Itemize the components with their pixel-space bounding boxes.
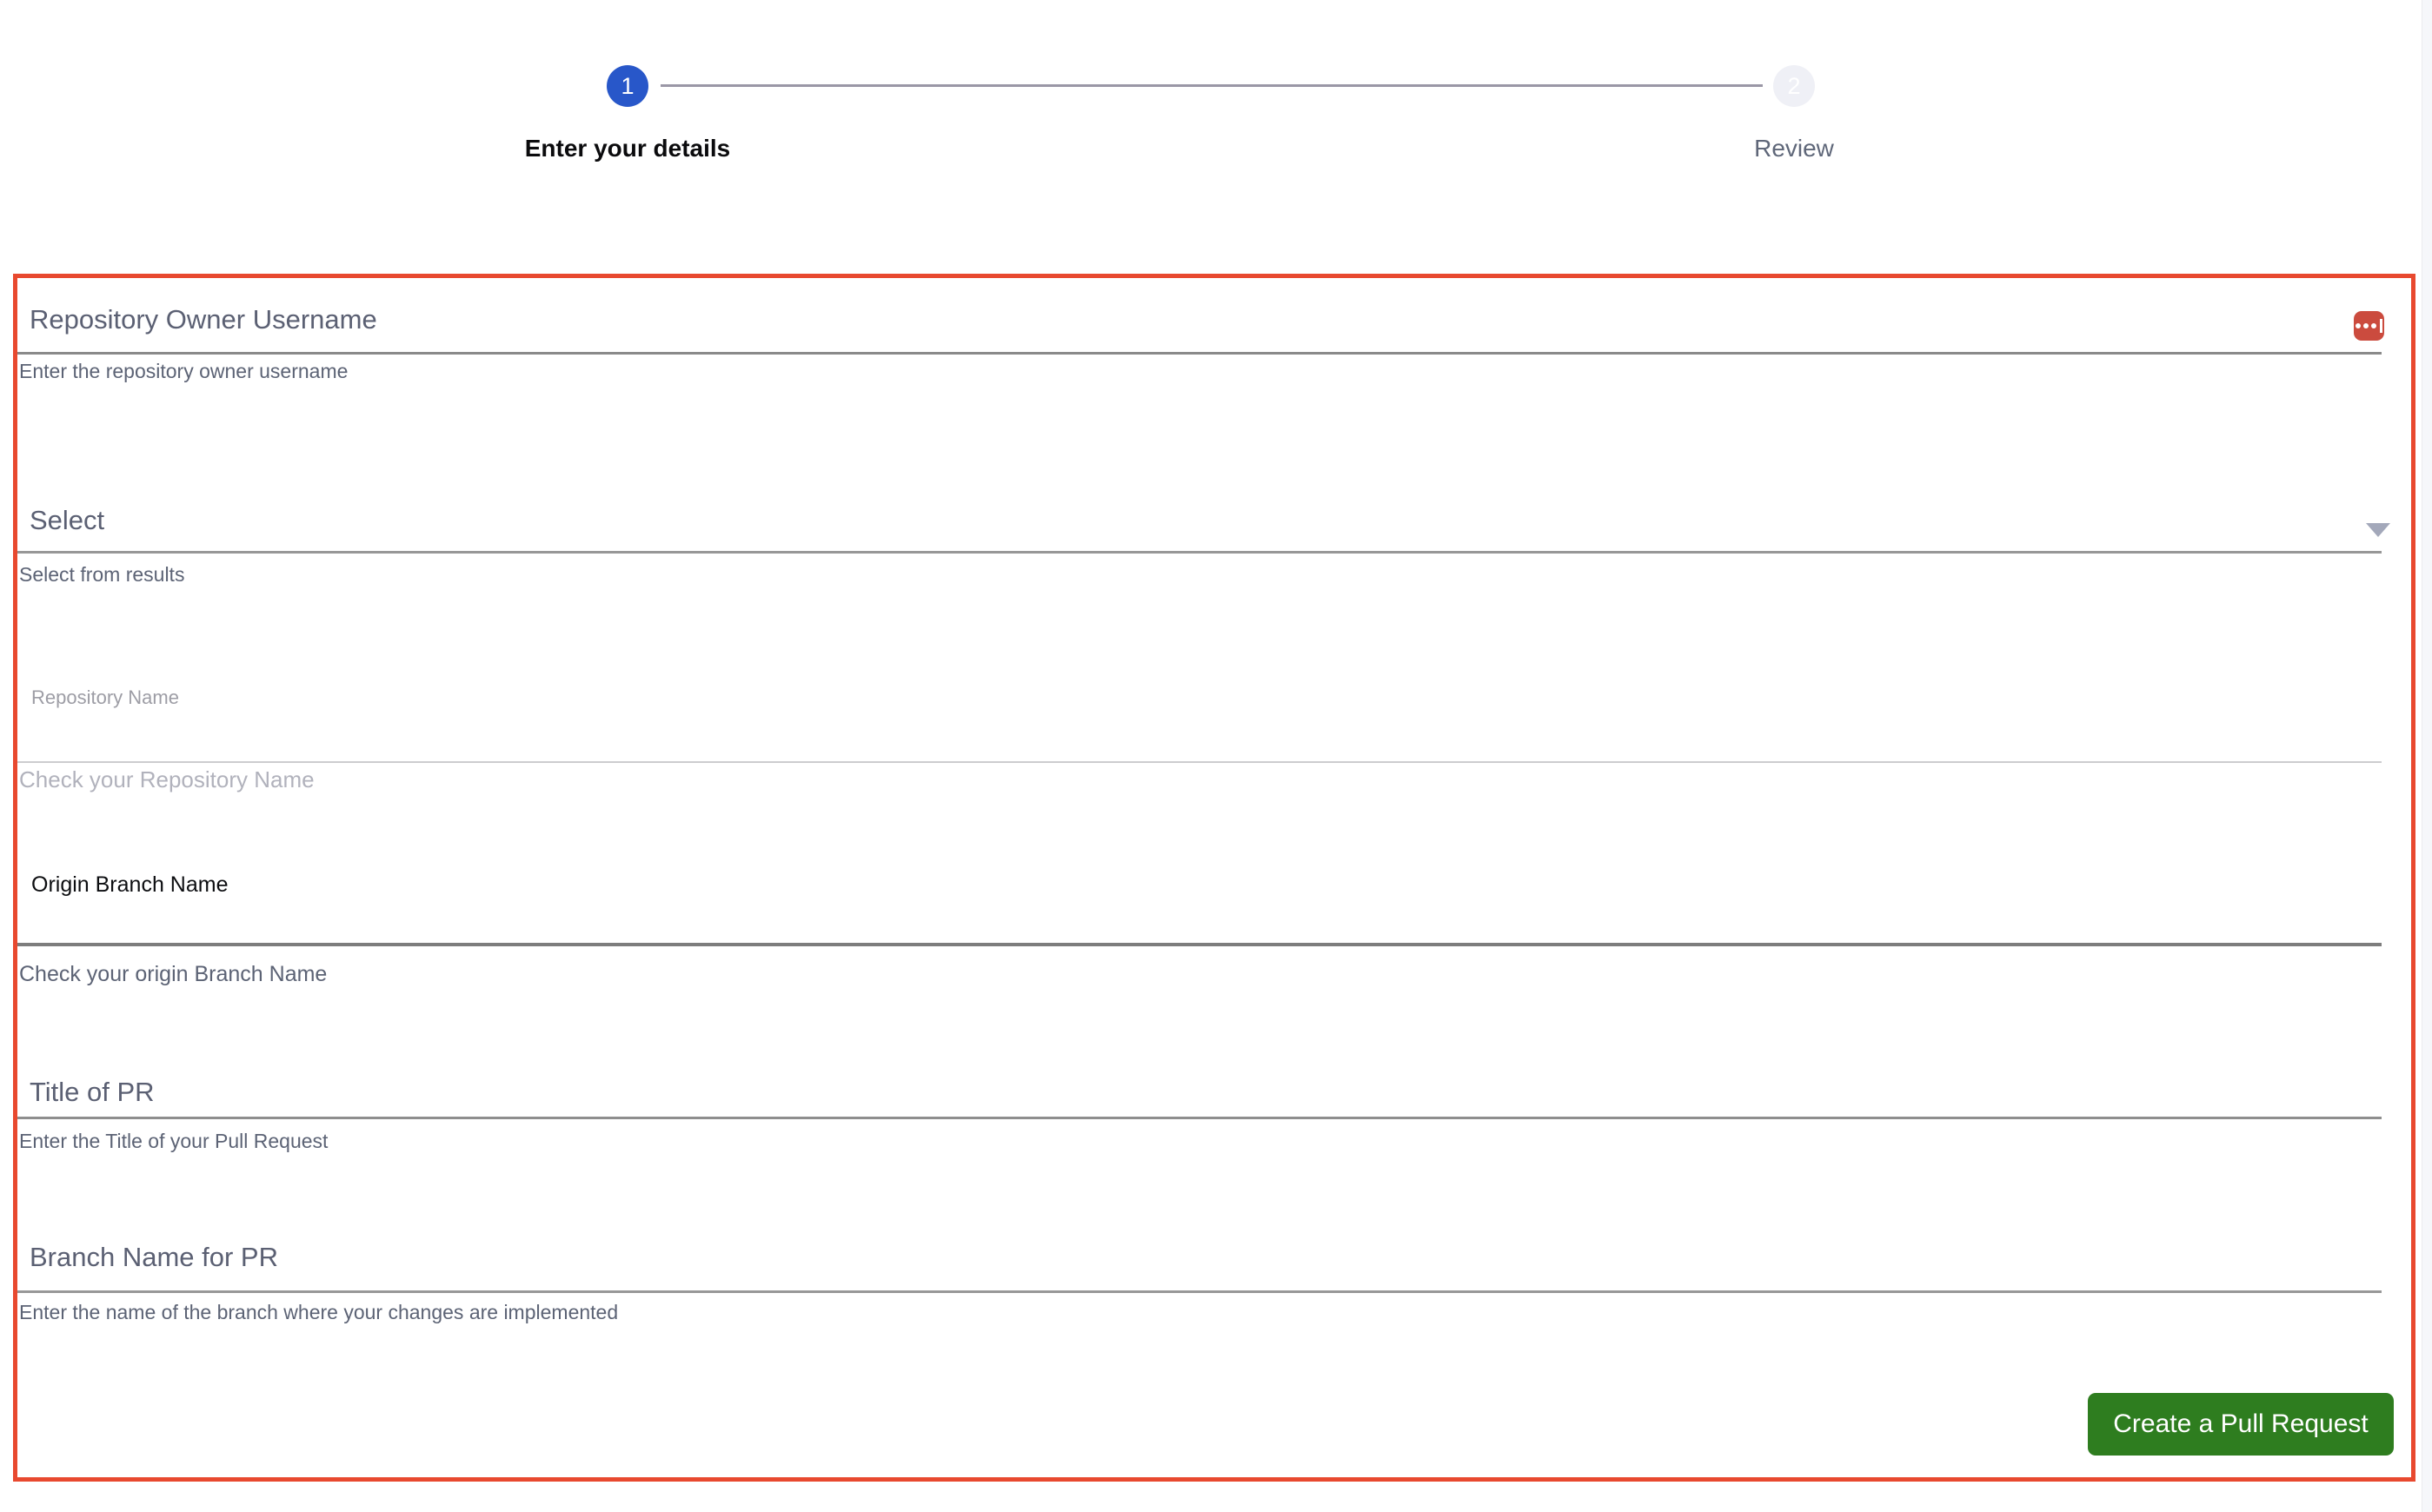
origin-branch-name-helper: Check your origin Branch Name [19,962,328,986]
create-pull-request-button-label: Create a Pull Request [2113,1409,2369,1438]
pr-title-placeholder: Title of PR [30,1077,155,1107]
pr-branch-name-underline [17,1290,2382,1293]
repository-name-helper: Check your Repository Name [19,766,315,792]
create-pull-request-page: 1 2 Enter your details Review Repository… [0,0,2432,1512]
stepper-connector-line [661,84,1763,87]
repository-owner-username-helper: Enter the repository owner username [19,360,349,382]
lastpass-autofill-icon[interactable] [2354,311,2384,341]
repository-owner-username-underline [17,352,2382,355]
chevron-down-icon[interactable] [2366,523,2390,537]
pr-title-underline [17,1117,2382,1119]
lastpass-dot [2356,323,2361,328]
step-2-indicator: 2 [1773,65,1815,107]
pull-request-form: Repository Owner Username Enter the repo… [13,274,2415,1482]
wizard-stepper: 1 2 Enter your details Review [0,0,2432,261]
lastpass-dot [2371,323,2376,328]
repository-owner-username-placeholder: Repository Owner Username [30,304,377,335]
create-pull-request-button[interactable]: Create a Pull Request [2088,1393,2394,1456]
lastpass-cursor-bar [2380,319,2382,333]
select-dropdown-underline [17,551,2382,554]
pr-title-input[interactable]: Title of PR [30,1077,2394,1129]
pr-branch-name-helper: Enter the name of the branch where your … [19,1301,619,1323]
select-dropdown-helper: Select from results [19,563,185,586]
step-2-label: Review [1754,135,1834,162]
step-2-number: 2 [1787,72,1801,99]
repository-name-input[interactable] [30,704,2394,759]
origin-branch-name-input[interactable] [30,895,2394,943]
lastpass-dot [2363,323,2369,328]
repository-name-underline [17,761,2382,763]
pr-title-helper: Enter the Title of your Pull Request [19,1130,329,1152]
step-1-indicator: 1 [607,65,648,107]
pr-branch-name-input[interactable]: Branch Name for PR [30,1242,2394,1294]
origin-branch-name-label: Origin Branch Name [31,872,229,897]
page-right-gutter [2422,0,2432,1512]
select-dropdown-placeholder: Select [30,505,105,535]
origin-branch-name-underline [17,943,2382,946]
step-1-label: Enter your details [524,135,731,162]
repository-owner-username-input[interactable]: Repository Owner Username [30,304,2394,356]
step-1-number: 1 [621,72,635,99]
select-results-dropdown[interactable]: Select [30,505,2394,557]
pr-branch-name-placeholder: Branch Name for PR [30,1242,278,1272]
